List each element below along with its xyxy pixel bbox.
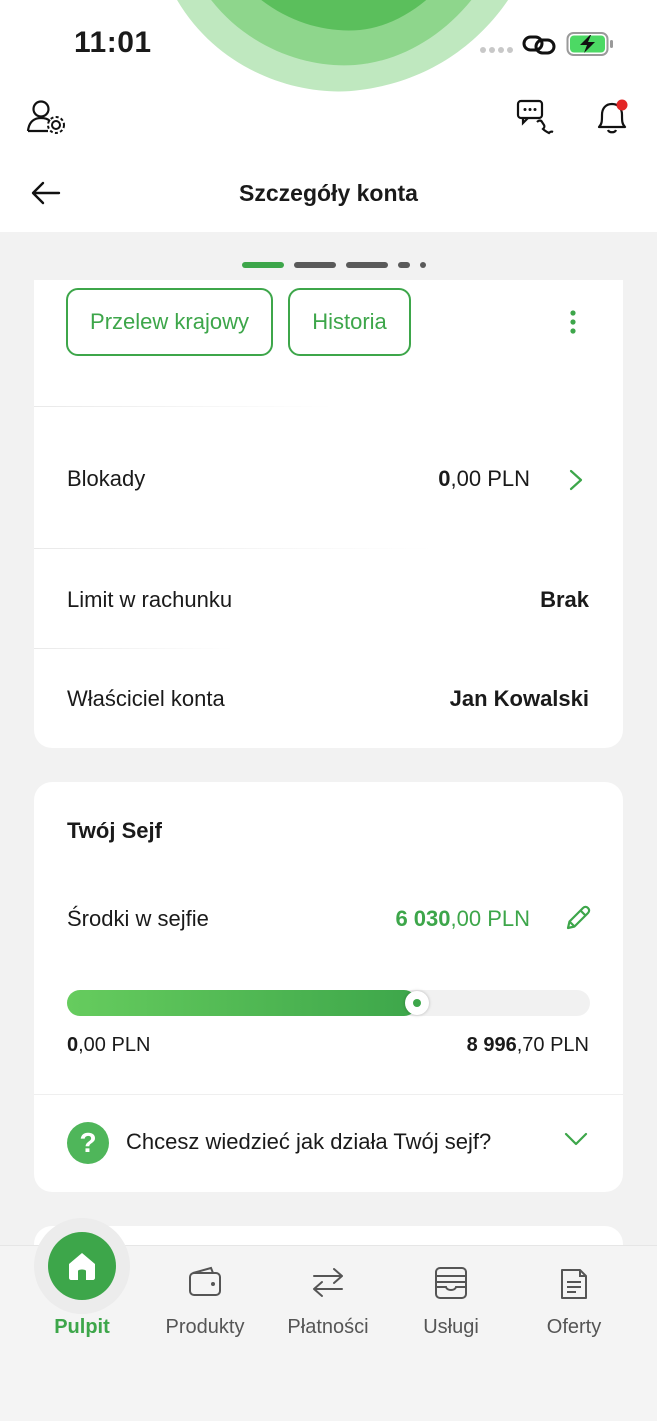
pager-dot[interactable] xyxy=(345,262,388,268)
chevron-right-icon[interactable] xyxy=(564,466,588,494)
nav-label-oferty: Oferty xyxy=(546,1316,602,1338)
notification-dot xyxy=(616,99,628,111)
domestic-transfer-button[interactable]: Przelew krajowy xyxy=(66,288,273,356)
back-arrow-icon[interactable] xyxy=(28,175,64,211)
pager-dot[interactable] xyxy=(293,262,336,268)
title-bar: Szczegóły konta xyxy=(0,165,657,225)
pager-dot-active[interactable] xyxy=(241,262,284,268)
services-icon xyxy=(433,1266,469,1305)
pager-dot[interactable] xyxy=(419,262,426,268)
status-time: 11:01 xyxy=(74,26,152,59)
divider xyxy=(34,406,334,407)
blokady-label: Blokady xyxy=(67,466,146,491)
owner-value: Jan Kowalski xyxy=(449,686,589,711)
safe-progress-track xyxy=(67,990,590,1016)
blokady-value: 0,00 PLN xyxy=(438,466,530,491)
nav-item-uslugi[interactable]: Usługi xyxy=(389,1246,513,1356)
nav-item-oferty[interactable]: Oferty xyxy=(512,1246,636,1356)
edit-pencil-icon[interactable] xyxy=(562,902,594,934)
page-title: Szczegóły konta xyxy=(239,180,418,206)
safe-faq-question: Chcesz wiedzieć jak działa Twój sejf? xyxy=(126,1129,492,1154)
nav-label-pulpit: Pulpit xyxy=(54,1316,110,1338)
nav-label-platnosci: Płatności xyxy=(287,1316,369,1338)
divider xyxy=(34,648,234,649)
nav-label-produkty: Produkty xyxy=(165,1316,245,1338)
carousel-pager xyxy=(0,262,657,270)
safe-funds-label: Środki w sejfie xyxy=(67,906,209,931)
battery-charging-icon xyxy=(566,32,613,56)
nav-item-produkty[interactable]: Produkty xyxy=(143,1246,267,1356)
safe-funds-value: 6 030,00 PLN xyxy=(395,906,530,931)
offers-icon xyxy=(556,1266,592,1307)
contact-chat-phone-icon[interactable] xyxy=(512,96,558,138)
status-bar: 11:01 xyxy=(0,0,657,90)
divider xyxy=(34,1094,623,1095)
nav-label-uslugi: Usługi xyxy=(423,1316,479,1338)
pager-dot[interactable] xyxy=(397,262,410,268)
owner-label: Właściciel konta xyxy=(67,686,225,711)
chevron-down-icon[interactable] xyxy=(564,1132,588,1151)
transfer-arrows-icon xyxy=(310,1266,346,1303)
safe-progress-knob[interactable] xyxy=(405,991,429,1015)
safe-min-value: 0,00 PLN xyxy=(67,1034,151,1056)
divider xyxy=(34,548,434,549)
safe-card: Twój Sejf Środki w sejfie 6 030,00 PLN 0… xyxy=(34,782,623,1192)
account-details-card: Przelew krajowy Historia Blokady 0,00 PL… xyxy=(34,280,623,748)
safe-progress-fill xyxy=(67,990,417,1016)
home-button[interactable] xyxy=(48,1232,116,1300)
safe-max-value: 8 996,70 PLN xyxy=(466,1034,589,1056)
notifications-bell-icon[interactable] xyxy=(590,96,634,138)
limit-value: Brak xyxy=(540,587,589,612)
link-icon xyxy=(522,35,556,55)
nav-item-platnosci[interactable]: Płatności xyxy=(266,1246,390,1356)
profile-settings-icon[interactable] xyxy=(24,96,70,138)
top-header-area: 11:01 Szczegóły konta xyxy=(0,0,657,232)
wallet-icon xyxy=(187,1266,223,1303)
home-icon xyxy=(69,1253,95,1280)
limit-label: Limit w rachunku xyxy=(67,587,233,612)
signal-icon xyxy=(480,47,513,53)
safe-title: Twój Sejf xyxy=(67,818,162,843)
more-options-icon[interactable] xyxy=(558,306,588,338)
history-button[interactable]: Historia xyxy=(288,288,411,356)
question-mark-icon: ? xyxy=(67,1122,109,1164)
